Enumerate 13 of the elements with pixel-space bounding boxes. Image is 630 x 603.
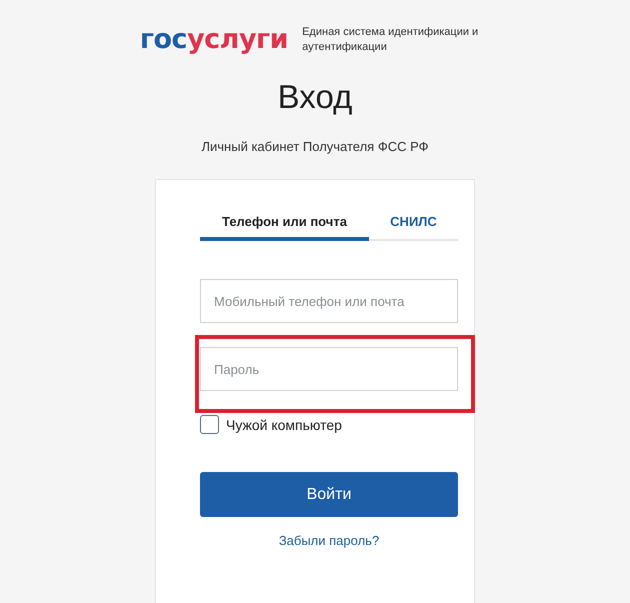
page-subtitle: Личный кабинет Получателя ФСС РФ bbox=[201, 139, 429, 154]
forgot-password-link[interactable]: Забыли пароль? bbox=[278, 533, 380, 548]
tab[interactable]: Телефон или почта bbox=[200, 210, 369, 241]
checkbox-label: Чужой компьютер bbox=[226, 416, 342, 432]
login-field[interactable]: Мобильный телефон или почта bbox=[200, 279, 458, 323]
login-button[interactable]: Войти bbox=[200, 472, 458, 517]
logo-tagline: Единая система идентификации и аутентификации bbox=[302, 24, 480, 54]
checkbox[interactable] bbox=[200, 415, 219, 434]
logo-text: гос bbox=[140, 24, 188, 55]
logo-text: услуги bbox=[187, 24, 288, 55]
password-field[interactable]: Пароль bbox=[200, 347, 458, 391]
tab[interactable]: СНИЛС bbox=[369, 210, 458, 241]
page-title: Вход bbox=[278, 77, 352, 117]
